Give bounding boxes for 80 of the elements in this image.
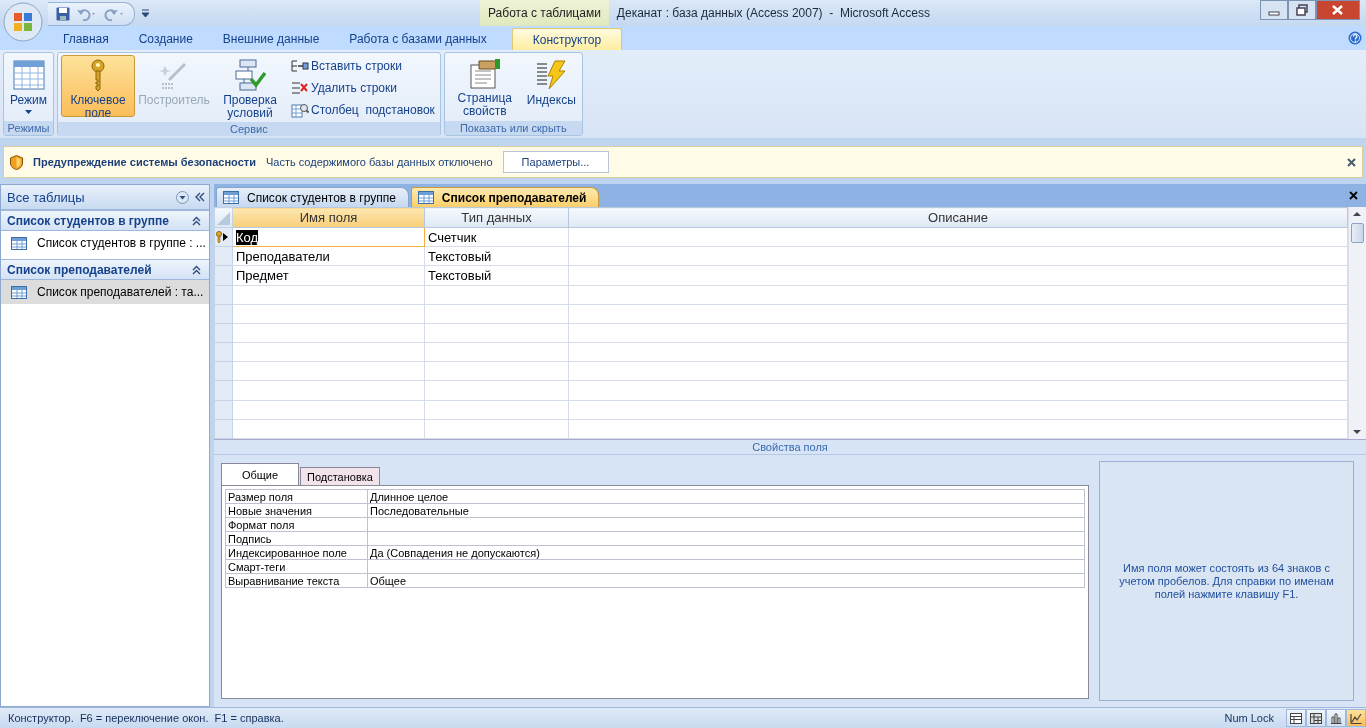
- ribbon-tab[interactable]: Работа с базами данных: [334, 28, 502, 50]
- options-button[interactable]: Параметры...: [502, 151, 609, 173]
- shield-icon: [10, 154, 23, 170]
- data-type-cell[interactable]: Текстовый: [424, 266, 569, 286]
- status-text: Конструктор. F6 = переключение окон. F1 = справка.: [8, 712, 285, 724]
- view-button[interactable]: [1326, 709, 1346, 727]
- ribbon-button[interactable]: Столбец подстановок: [289, 99, 437, 120]
- ribbon-button[interactable]: Вставить строки: [289, 55, 437, 76]
- ribbon-tab[interactable]: Создание: [123, 28, 208, 50]
- warning-message: Часть содержимого базы данных отключено: [265, 156, 493, 168]
- ribbon-tab[interactable]: Конструктор: [511, 28, 623, 50]
- collapse-icon[interactable]: [195, 192, 205, 202]
- collapse-icon[interactable]: [192, 264, 201, 275]
- lightning-icon: [535, 60, 568, 90]
- collapse-icon[interactable]: [192, 215, 201, 226]
- table-icon: [11, 236, 27, 250]
- lookup-column-icon: [291, 101, 309, 118]
- view-button[interactable]: [1346, 709, 1366, 727]
- customize-icon[interactable]: [141, 8, 150, 18]
- view-button[interactable]: [1306, 709, 1326, 727]
- ribbon-tab[interactable]: Внешние данные: [207, 28, 335, 50]
- document-tab[interactable]: Список преподавателей: [410, 187, 600, 207]
- property-label: Размер поля: [225, 489, 368, 504]
- property-label: Подпись: [225, 531, 368, 546]
- ribbon-button[interactable]: Ключевое поле: [61, 55, 135, 117]
- scrollbar-thumb[interactable]: [1351, 223, 1364, 243]
- ribbon-tab[interactable]: Главная: [48, 28, 124, 50]
- data-type-cell[interactable]: Счетчик: [424, 227, 569, 247]
- property-label: Выравнивание текста: [225, 573, 368, 588]
- key-icon: [88, 59, 108, 91]
- context-tab-label: Работа с таблицами: [480, 0, 609, 26]
- navigation-item[interactable]: Список студентов в группе : ...: [1, 231, 209, 255]
- help-text: Имя поля может состоять из 64 знаков с учетом пробелов. Для справки по именам полей нажмите клавишу F1.: [1118, 561, 1335, 601]
- ribbon-button[interactable]: Удалить строки: [289, 77, 437, 98]
- column-header: Описание: [568, 207, 1348, 228]
- property-sheet-icon: [468, 59, 501, 89]
- insert-rows-icon: [291, 58, 309, 73]
- flowchart-check-icon: [234, 59, 266, 91]
- design-view-icon: [1350, 712, 1362, 724]
- table-icon: [223, 191, 239, 204]
- table-icon: [12, 60, 45, 90]
- datasheet-view-icon: [1290, 712, 1302, 724]
- wand-icon: [159, 60, 189, 90]
- data-type-cell[interactable]: Текстовый: [424, 246, 569, 266]
- dropdown-icon[interactable]: [176, 190, 189, 204]
- table-icon: [11, 285, 27, 299]
- property-tab[interactable]: Общие: [221, 463, 299, 485]
- property-label: Новые значения: [225, 503, 368, 518]
- view-button[interactable]: [1286, 709, 1306, 727]
- group-label: Сервис: [58, 122, 440, 136]
- property-value[interactable]: Общее: [370, 574, 407, 587]
- ribbon-button[interactable]: Индексы: [523, 55, 579, 117]
- pivot-chart-icon: [1330, 712, 1342, 724]
- save-icon[interactable]: [56, 7, 70, 21]
- column-header: Тип данных: [424, 207, 569, 228]
- ribbon-button[interactable]: Режим: [7, 55, 50, 117]
- group-label: Режимы: [4, 121, 53, 135]
- help-icon[interactable]: [1348, 31, 1362, 45]
- property-label: Индексированное поле: [225, 545, 368, 560]
- property-value[interactable]: Последовательные: [370, 504, 469, 517]
- property-tab[interactable]: Подстановка: [300, 467, 380, 485]
- delete-rows-icon: [291, 80, 309, 95]
- pivot-table-icon: [1310, 712, 1322, 724]
- section-title: Свойства поля: [214, 440, 1366, 455]
- group-label: Показать или скрыть: [444, 121, 582, 135]
- ribbon-button[interactable]: Страница свойств: [447, 55, 522, 117]
- close-button[interactable]: [1316, 0, 1360, 20]
- restore-button[interactable]: [1288, 0, 1316, 20]
- navigation-item[interactable]: Список преподавателей : та...: [1, 280, 209, 304]
- property-label: Формат поля: [225, 517, 368, 532]
- window-title: Деканат : база данных (Access 2007) - Microsoft Access: [616, 5, 930, 22]
- property-label: Смарт-теги: [225, 559, 368, 574]
- warning-title: Предупреждение системы безопасности: [33, 156, 256, 168]
- close-icon[interactable]: [1349, 191, 1358, 200]
- document-tab[interactable]: Список студентов в группе: [216, 187, 409, 207]
- table-icon: [417, 191, 434, 204]
- close-icon[interactable]: [1347, 157, 1356, 167]
- num-lock-indicator: Num Lock: [1224, 712, 1274, 724]
- property-value[interactable]: Длинное целое: [370, 490, 449, 503]
- column-header: Имя поля: [232, 207, 425, 228]
